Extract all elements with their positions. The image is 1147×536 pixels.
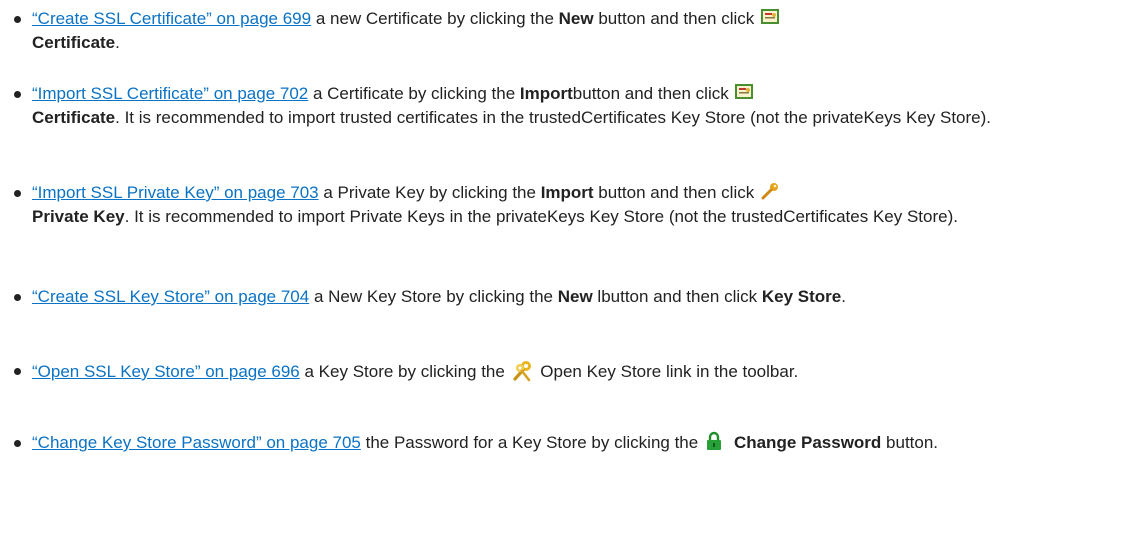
open-ssl-key-store-link[interactable]: “Open SSL Key Store” on page 696 bbox=[32, 362, 300, 381]
list-item: “Change Key Store Password” on page 705 … bbox=[14, 431, 1132, 455]
list-item: “Import SSL Certificate” on page 702 a C… bbox=[14, 82, 1132, 130]
certificate-icon bbox=[760, 7, 780, 27]
bullet-dot bbox=[14, 91, 21, 98]
list-item-text: a Key Store by clicking the bbox=[299, 362, 510, 381]
list-item: “Create SSL Key Store” on page 704 a New… bbox=[14, 285, 1132, 309]
list-item: “Create SSL Certificate” on page 699 a n… bbox=[14, 7, 1132, 55]
list-item-text: a New Key Store by clicking the bbox=[309, 287, 558, 306]
bullet-dot bbox=[14, 368, 21, 375]
certificate-icon bbox=[734, 82, 754, 102]
certificate-label: Certificate bbox=[32, 108, 116, 127]
import-ssl-private-key-link[interactable]: “Import SSL Private Key” on page 703 bbox=[32, 183, 319, 202]
key-icon bbox=[760, 181, 780, 201]
list-item-text: button. bbox=[881, 433, 939, 452]
certificate-label: Certificate bbox=[32, 33, 116, 52]
list-item-text: . It is recommended to import trusted ce… bbox=[115, 108, 992, 127]
change-key-store-password-link[interactable]: “Change Key Store Password” on page 705 bbox=[32, 433, 361, 452]
key-store-label: Key Store bbox=[761, 287, 842, 306]
import-ssl-certificate-link[interactable]: “Import SSL Certificate” on page 702 bbox=[32, 84, 308, 103]
list-item: “Import SSL Private Key” on page 703 a P… bbox=[14, 181, 1132, 229]
new-button-label: New bbox=[557, 287, 593, 306]
bullet-dot bbox=[14, 440, 21, 447]
bullet-dot bbox=[14, 16, 21, 23]
create-ssl-certificate-link[interactable]: “Create SSL Certificate” on page 699 bbox=[32, 9, 311, 28]
list-item-text: a Certificate by clicking the bbox=[308, 84, 520, 103]
private-key-label: Private Key bbox=[32, 207, 125, 226]
bullet-dot bbox=[14, 294, 21, 301]
list-item-text: button and then click bbox=[593, 9, 760, 28]
bullet-dot bbox=[14, 190, 21, 197]
list-item-text: . bbox=[841, 287, 846, 306]
list-item-text: . bbox=[115, 33, 120, 52]
list-item-text: a new Certificate by clicking the bbox=[311, 9, 559, 28]
lock-icon bbox=[704, 431, 724, 451]
list-item-text: Open Key Store link in the toolbar. bbox=[535, 362, 799, 381]
list-item-text: button and then click bbox=[593, 183, 759, 202]
import-button-label: Import bbox=[519, 84, 573, 103]
list-item-text: . It is recommended to import Private Ke… bbox=[124, 207, 958, 226]
import-button-label: Import bbox=[540, 183, 594, 202]
list-item-text: a Private Key by clicking the bbox=[318, 183, 541, 202]
list-item-text: lbutton and then click bbox=[592, 287, 762, 306]
keys-icon bbox=[511, 359, 535, 383]
change-password-label: Change Password bbox=[733, 433, 882, 452]
list-item-text: the Password for a Key Store by clicking… bbox=[360, 433, 703, 452]
list-item-text: button and then click bbox=[572, 84, 734, 103]
create-ssl-key-store-link[interactable]: “Create SSL Key Store” on page 704 bbox=[32, 287, 309, 306]
list-item: “Open SSL Key Store” on page 696 a Key S… bbox=[14, 359, 1132, 384]
new-button-label: New bbox=[558, 9, 594, 28]
